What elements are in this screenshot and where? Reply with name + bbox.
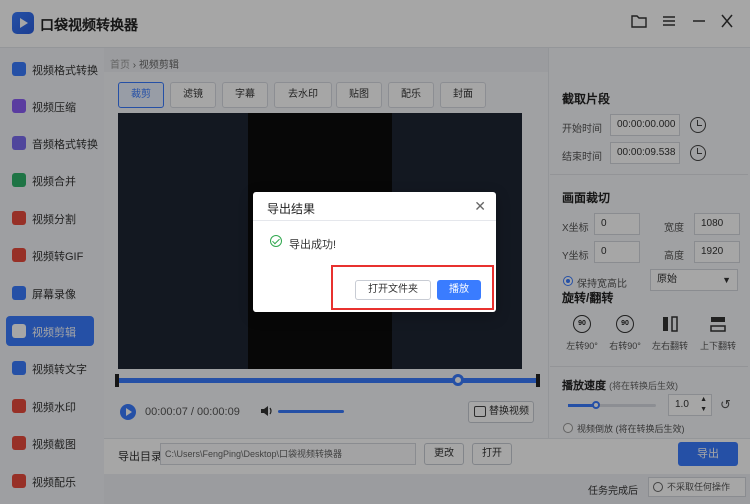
success-check-icon bbox=[270, 235, 282, 247]
dialog-message: 导出成功! bbox=[289, 239, 337, 251]
dialog-close-icon[interactable]: ✕ bbox=[474, 198, 486, 215]
dialog-title: 导出结果 bbox=[267, 202, 316, 216]
highlight-annotation-box bbox=[331, 265, 494, 310]
dialog-divider bbox=[253, 220, 496, 221]
